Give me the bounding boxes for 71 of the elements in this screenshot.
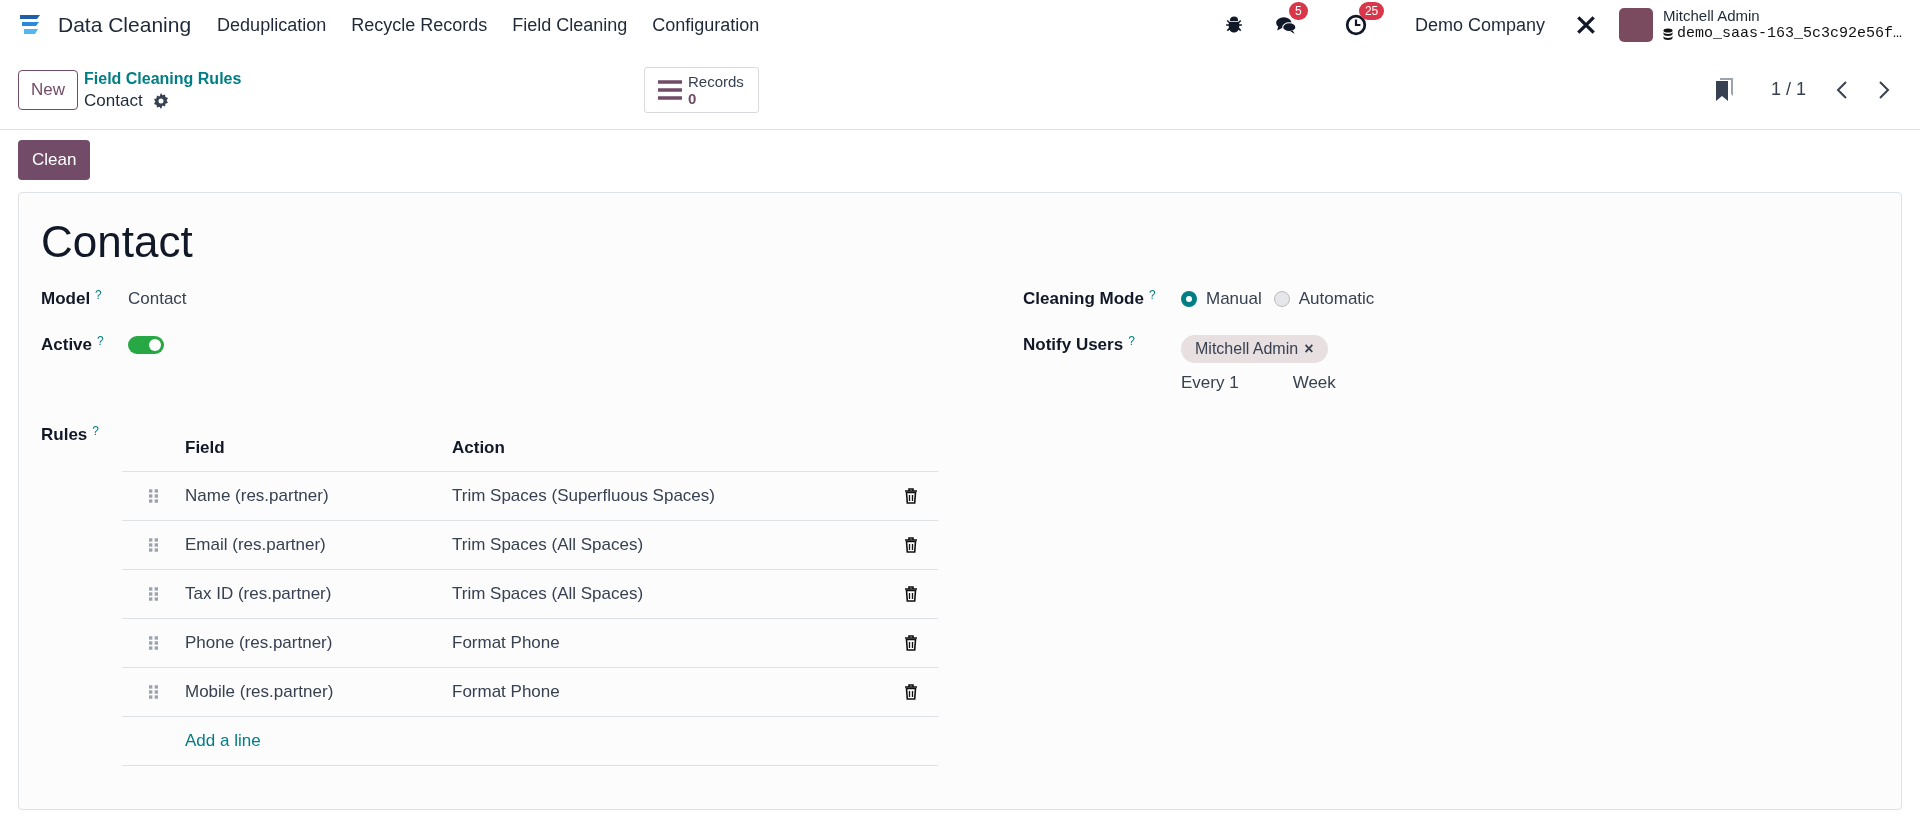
new-button[interactable]: New: [18, 69, 78, 110]
bookmark-icon[interactable]: [1714, 77, 1733, 102]
schedule-text: Every 1: [1181, 373, 1239, 393]
clock-icon[interactable]: [1344, 14, 1367, 36]
menu-item[interactable]: Field Cleaning: [512, 14, 628, 36]
record-title: Contact: [84, 89, 143, 112]
company-switcher[interactable]: Demo Company: [1414, 14, 1545, 36]
help-tooltip[interactable]: ?: [1148, 289, 1156, 301]
delete-icon[interactable]: [904, 586, 918, 602]
help-tooltip[interactable]: ?: [97, 335, 104, 347]
table-cell-text: Tax ID (res.partner): [185, 584, 333, 604]
help-tooltip[interactable]: ?: [1128, 335, 1135, 347]
drag-handle-icon[interactable]: [149, 636, 158, 650]
field-label: Rules: [41, 425, 88, 445]
user-avatar[interactable]: [1618, 8, 1653, 42]
field-label: Cleaning Mode: [1023, 289, 1144, 309]
settings-icon[interactable]: [152, 92, 169, 109]
table-cell-text: Format Phone: [452, 682, 561, 702]
chat-icon[interactable]: [1274, 14, 1297, 36]
user-tag: Mitchell Admin ×: [1181, 335, 1328, 363]
delete-icon[interactable]: [904, 488, 918, 504]
clean-button[interactable]: Clean: [18, 140, 91, 180]
remove-tag-button[interactable]: ×: [1304, 340, 1314, 358]
table-cell-text: Trim Spaces (Superfluous Spaces): [452, 486, 716, 506]
help-tooltip[interactable]: ?: [95, 289, 102, 301]
delete-icon[interactable]: [904, 537, 918, 553]
menu-item[interactable]: Configuration: [652, 14, 760, 36]
drag-handle-icon[interactable]: [149, 538, 158, 552]
schedule-text: Week: [1292, 373, 1336, 393]
drag-handle-icon[interactable]: [149, 685, 158, 699]
record-name: Contact: [41, 217, 194, 267]
message-count-badge: 5: [1288, 2, 1308, 20]
drag-handle-icon[interactable]: [149, 587, 158, 601]
field-value: Contact: [128, 289, 187, 309]
field-label: Model: [41, 289, 91, 309]
column-header[interactable]: Action: [452, 438, 938, 458]
table-cell-text: Phone (res.partner): [185, 633, 334, 653]
app-name[interactable]: Data Cleaning: [58, 13, 192, 37]
menu-item[interactable]: Deduplication: [217, 14, 327, 36]
pager-value: 1 / 1: [1770, 79, 1806, 100]
user-name[interactable]: Mitchell Admin: [1662, 7, 1902, 25]
previous-icon[interactable]: [1836, 79, 1848, 100]
menu-item[interactable]: Recycle Records: [351, 14, 488, 36]
list-icon: [658, 79, 682, 100]
database-name: demo_saas-163_5c3c92e56f…: [1676, 25, 1902, 43]
table-cell-text: Mobile (res.partner): [185, 682, 335, 702]
radio-button[interactable]: [1273, 291, 1290, 307]
add-line-link[interactable]: Add a line: [185, 731, 261, 751]
bug-icon[interactable]: [1224, 16, 1243, 34]
field-label: Notify Users: [1023, 335, 1124, 355]
table-cell-text: Name (res.partner): [185, 486, 330, 506]
table-cell-text: Format Phone: [452, 633, 561, 653]
app-logo-icon[interactable]: [18, 14, 42, 36]
active-toggle[interactable]: [128, 336, 164, 354]
radio-label[interactable]: Automatic: [1298, 289, 1375, 309]
column-header[interactable]: Field: [185, 438, 452, 458]
next-icon[interactable]: [1878, 79, 1890, 100]
field-label: Active: [41, 335, 93, 355]
table-cell-text: Trim Spaces (All Spaces): [452, 535, 645, 555]
table-cell-text: Email (res.partner): [185, 535, 327, 555]
database-icon: [1662, 28, 1673, 40]
help-tooltip[interactable]: ?: [92, 425, 99, 437]
drag-handle-icon[interactable]: [149, 489, 158, 503]
delete-icon[interactable]: [904, 684, 918, 700]
delete-icon[interactable]: [904, 635, 918, 651]
activity-count-badge: 25: [1358, 2, 1385, 20]
radio-label[interactable]: Manual: [1206, 289, 1262, 309]
table-cell-text: Trim Spaces (All Spaces): [452, 584, 645, 604]
radio-button[interactable]: [1181, 291, 1197, 307]
records-smart-button[interactable]: Records 0: [644, 66, 759, 113]
breadcrumb-link[interactable]: Field Cleaning Rules: [84, 67, 644, 90]
